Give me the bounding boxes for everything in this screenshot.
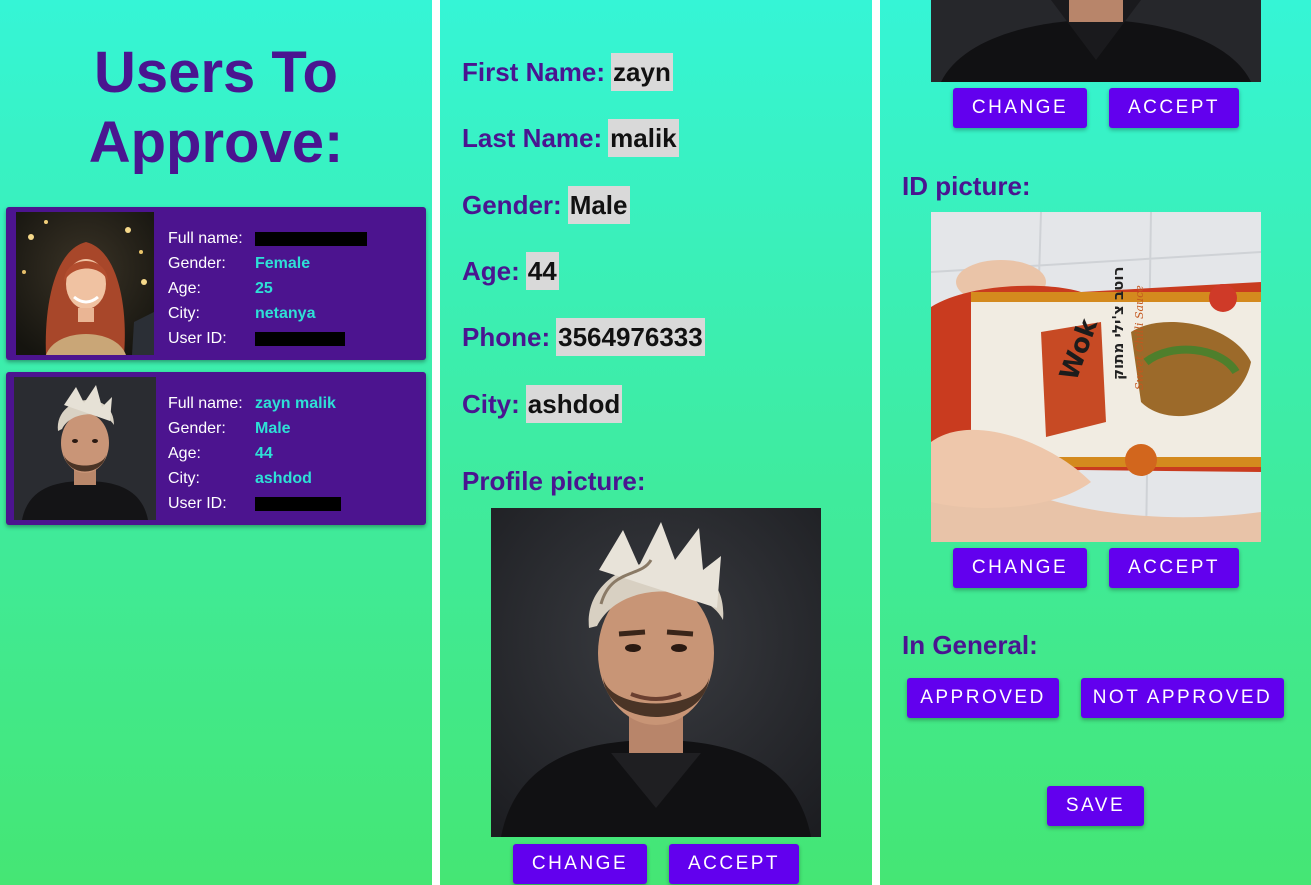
save-button[interactable]: SAVE — [1047, 786, 1144, 826]
user-avatar — [16, 212, 154, 355]
city-label: City: — [168, 469, 200, 487]
gender-value: Male — [567, 186, 630, 224]
accept-profile-picture-button[interactable]: ACCEPT — [1109, 88, 1239, 128]
city-label: City: — [168, 304, 200, 322]
redaction-bar — [255, 331, 345, 346]
user-id-row: User ID: — [168, 326, 367, 351]
first-name-label: First Name: — [462, 56, 606, 87]
in-general-heading: In General: — [902, 630, 1038, 660]
city-row: City: ashdod — [168, 466, 341, 491]
profile-picture — [491, 508, 821, 837]
redaction-bar — [255, 231, 367, 246]
profile-picture-heading: Profile picture: — [462, 466, 646, 496]
user-id-label: User ID: — [168, 494, 227, 512]
full-name-label: Full name: — [168, 229, 243, 247]
full-name-value: zayn malik — [255, 394, 336, 412]
users-list-screen: Users To Approve: Full name: Gender: Fem… — [0, 0, 432, 885]
page-title: Users To Approve: — [88, 40, 344, 175]
id-picture: Wok רוטב צ'ילי מתוק Sweet Chilli Sauce — [931, 212, 1261, 542]
accept-profile-picture-button[interactable]: ACCEPT — [669, 844, 799, 884]
age-value: 44 — [255, 444, 273, 462]
gender-value: Male — [255, 419, 291, 437]
last-name-value: malik — [608, 119, 679, 157]
user-card[interactable]: Full name: zayn malik Gender: Male Age: … — [6, 372, 426, 525]
phone-row: Phone: 3564976333 — [462, 318, 705, 356]
city-value: ashdod — [525, 385, 623, 423]
age-row: Age: 44 — [462, 252, 559, 290]
first-name-row: First Name: zayn — [462, 53, 673, 91]
city-row: City: ashdod — [462, 385, 623, 423]
user-card[interactable]: Full name: Gender: Female Age: 25 City: … — [6, 207, 426, 360]
city-value: ashdod — [255, 469, 312, 487]
gender-row: Gender: Male — [168, 416, 341, 441]
age-value: 44 — [525, 252, 559, 290]
accept-id-picture-button[interactable]: ACCEPT — [1109, 548, 1239, 588]
phone-value: 3564976333 — [556, 318, 705, 356]
approved-button[interactable]: APPROVED — [907, 678, 1059, 718]
gender-row: Gender: Male — [462, 186, 630, 224]
age-label: Age: — [462, 255, 520, 286]
city-row: City: netanya — [168, 301, 367, 326]
bottle-english-label: Sweet Chilli Sauce — [1133, 285, 1146, 390]
full-name-row: Full name: — [168, 226, 367, 251]
gender-label: Gender: — [168, 254, 226, 272]
user-id-row: User ID: — [168, 491, 341, 516]
age-row: Age: 25 — [168, 276, 367, 301]
gender-label: Gender: — [168, 419, 226, 437]
last-name-label: Last Name: — [462, 122, 603, 153]
age-row: Age: 44 — [168, 441, 341, 466]
gender-row: Gender: Female — [168, 251, 367, 276]
not-approved-button[interactable]: NOT APPROVED — [1081, 678, 1284, 718]
gender-label: Gender: — [462, 189, 562, 220]
age-label: Age: — [168, 279, 201, 297]
change-profile-picture-button[interactable]: CHANGE — [953, 88, 1087, 128]
last-name-row: Last Name: malik — [462, 119, 679, 157]
city-label: City: — [462, 388, 520, 419]
age-label: Age: — [168, 444, 201, 462]
city-value: netanya — [255, 304, 316, 322]
full-name-row: Full name: zayn malik — [168, 391, 341, 416]
phone-label: Phone: — [462, 321, 551, 352]
user-info: Full name: zayn malik Gender: Male Age: … — [168, 391, 341, 516]
first-name-value: zayn — [611, 53, 673, 91]
user-details-screen: First Name: zayn Last Name: malik Gender… — [440, 0, 872, 885]
user-info: Full name: Gender: Female Age: 25 City: … — [168, 226, 367, 351]
id-picture-heading: ID picture: — [902, 171, 1031, 201]
age-value: 25 — [255, 279, 273, 297]
profile-picture — [931, 0, 1261, 82]
user-avatar — [14, 377, 156, 520]
gender-value: Female — [255, 254, 311, 272]
redaction-bar — [255, 496, 341, 511]
change-profile-picture-button[interactable]: CHANGE — [513, 844, 647, 884]
full-name-label: Full name: — [168, 394, 243, 412]
bottle-hebrew-label: רוטב צ'ילי מתוק — [1109, 266, 1127, 380]
change-id-picture-button[interactable]: CHANGE — [953, 548, 1087, 588]
approval-screen: CHANGE ACCEPT ID picture: Wok רוטב צ'ילי… — [880, 0, 1311, 885]
user-id-label: User ID: — [168, 329, 227, 347]
